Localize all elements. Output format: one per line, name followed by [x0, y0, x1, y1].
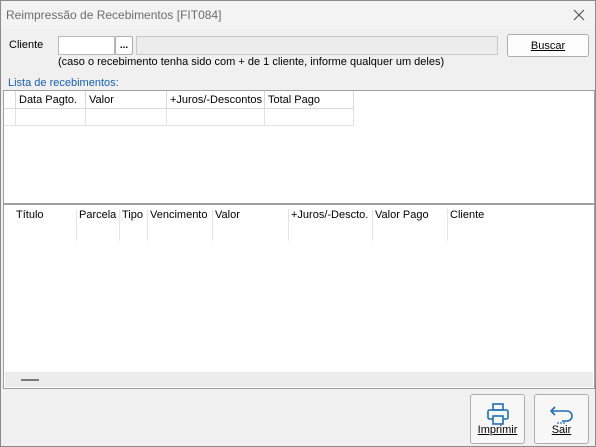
column-header[interactable]: Cliente [448, 209, 528, 241]
column-header[interactable]: Vencimento [148, 209, 213, 241]
imprimir-button[interactable]: Imprimir [470, 394, 525, 444]
cliente-lookup-button[interactable]: ... [115, 36, 133, 55]
column-header[interactable]: Título [14, 209, 77, 241]
dialog-window: Reimpressão de Recebimentos [FIT084] Cli… [0, 0, 596, 447]
row-indicator [4, 109, 16, 126]
close-button[interactable] [567, 4, 591, 26]
column-header[interactable]: +Juros/-Descontos [167, 91, 265, 109]
lista-title: Lista de recebimentos: [8, 77, 119, 89]
ellipsis-icon: ... [119, 39, 129, 51]
return-arrow-icon [549, 406, 573, 424]
table-cell[interactable] [167, 109, 265, 126]
column-header[interactable]: Valor [213, 209, 289, 241]
horizontal-scrollbar[interactable] [5, 372, 593, 387]
close-icon [573, 9, 585, 21]
buscar-label: Buscar [530, 39, 566, 52]
sair-label: Sair [551, 424, 572, 436]
sair-button[interactable]: Sair [534, 394, 589, 444]
lista-recebimentos-grid[interactable]: Data Pagto. Valor +Juros/-Descontos Tota… [3, 90, 595, 204]
column-header[interactable]: Total Pago [265, 91, 354, 109]
column-header[interactable]: Tipo [120, 209, 148, 241]
title-bar: Reimpressão de Recebimentos [FIT084] [1, 1, 595, 29]
table-cell[interactable] [265, 109, 354, 126]
detalhe-titulos-grid[interactable]: Título Parcela Tipo Vencimento Valor +Ju… [3, 204, 595, 389]
column-header[interactable]: Valor Pago [373, 209, 448, 241]
row-indicator-header [4, 91, 16, 109]
cliente-name-field [136, 36, 498, 55]
column-header[interactable]: +Juros/-Descto. [289, 209, 373, 241]
column-header[interactable]: Valor [86, 91, 167, 109]
column-header[interactable]: Parcela [77, 209, 120, 241]
buscar-button[interactable]: Buscar [507, 34, 589, 57]
table-cell[interactable] [86, 109, 167, 126]
printer-icon [486, 403, 509, 425]
cliente-code-input[interactable] [58, 36, 115, 55]
scrollbar-thumb[interactable] [21, 379, 39, 381]
cliente-label: Cliente [9, 39, 44, 51]
window-title: Reimpressão de Recebimentos [FIT084] [6, 8, 222, 22]
imprimir-label: Imprimir [477, 424, 518, 436]
cliente-hint: (caso o recebimento tenha sido com + de … [58, 56, 445, 68]
column-header[interactable]: Data Pagto. [16, 91, 86, 109]
table-cell[interactable] [16, 109, 86, 126]
